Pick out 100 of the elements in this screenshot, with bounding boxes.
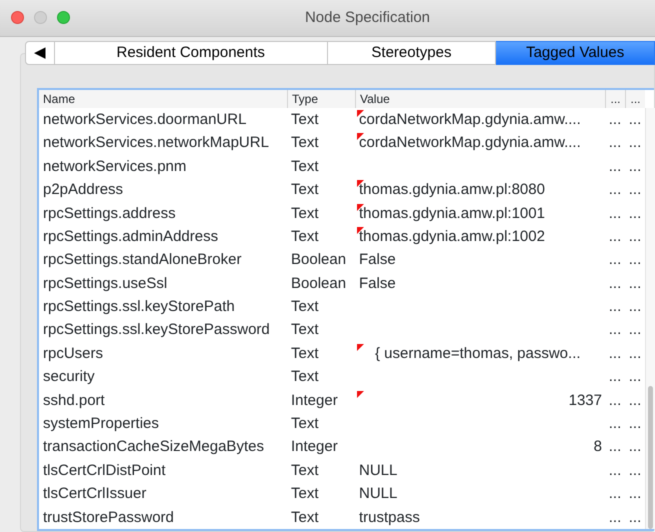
table-cell-text: { username=thomas, passwo... <box>375 344 581 364</box>
table-cell-text: ... <box>608 156 622 177</box>
table-cell-text: ... <box>608 133 622 154</box>
table-cell-text: NULL <box>359 484 398 504</box>
table-cell-text: rpcSettings.standAloneBroker <box>43 250 242 270</box>
table-cell-text: Text <box>291 367 319 388</box>
table-cell-text: ... <box>628 367 642 388</box>
table-cell-text: tlsCertCrlDistPoint <box>43 460 166 481</box>
table-cell-text: rpcSettings.useSsl <box>43 274 168 294</box>
table-cell-text: ... <box>628 508 642 528</box>
table-cell-text: rpcUsers <box>43 344 104 364</box>
column-header[interactable]: ... <box>605 90 625 108</box>
table-cell-text: thomas.gdynia.amw.pl:1002 <box>359 226 545 247</box>
table-cell-text: networkServices.doormanURL <box>43 110 246 130</box>
table-cell-text: ... <box>608 180 622 200</box>
table-cell-text: ... <box>628 390 642 411</box>
table-cell-text: tlsCertCrlIssuer <box>43 484 146 504</box>
tab[interactable]: Resident Components <box>54 40 328 65</box>
table-cell-text: cordaNetworkMap.gdynia.amw.... <box>359 133 581 154</box>
column-header[interactable]: Value <box>355 90 605 108</box>
table-cell-text: ... <box>608 320 622 340</box>
table-cell-text: Text <box>291 204 319 224</box>
table-cell-text: 8 <box>594 437 602 458</box>
table-cell-text: ... <box>608 110 622 130</box>
table-cell-text: Text <box>291 508 319 528</box>
tab[interactable]: Tagged Values <box>496 40 655 65</box>
table-cell-text: Text <box>291 414 319 434</box>
scrollbar[interactable] <box>645 108 655 529</box>
table-cell-text: ... <box>608 344 622 364</box>
column-header[interactable]: Name <box>39 90 287 108</box>
table-cell-text: ... <box>628 133 642 154</box>
table-cell-text: False <box>359 250 396 270</box>
table-cell-text: ... <box>628 344 642 364</box>
table-cell-text: ... <box>628 180 642 200</box>
table-cell-text: Text <box>291 133 319 154</box>
table-cell-text: Text <box>291 156 319 177</box>
table-cell-text: Text <box>291 460 319 481</box>
table-cell-text: ... <box>628 204 642 224</box>
table-cell-text: ... <box>608 414 622 434</box>
table-cell-text: ... <box>608 508 622 528</box>
table-cell-text: Text <box>291 226 319 247</box>
table-cell-text: ... <box>628 320 642 340</box>
table-cell-text: thomas.gdynia.amw.pl:1001 <box>359 204 545 224</box>
table-cell-text: ... <box>608 484 622 504</box>
table-cell-text: p2pAddress <box>43 180 124 200</box>
table-cell-text: ... <box>628 110 642 130</box>
table-cell-text: security <box>43 367 95 388</box>
table-cell-text: 1337 <box>568 390 602 411</box>
table-cell-text: networkServices.pnm <box>43 156 186 177</box>
table-cell-text: ... <box>608 460 622 481</box>
table-cell-text: rpcSettings.address <box>43 204 176 224</box>
table-cell-text: Text <box>291 484 319 504</box>
table-cell-text: ... <box>628 274 642 294</box>
close-button[interactable] <box>11 11 24 24</box>
table-cell-text: Text <box>291 110 319 130</box>
table-cell-text: Integer <box>291 390 338 411</box>
table-cell-text: Boolean <box>291 274 346 294</box>
table-cell-text: ... <box>608 367 622 388</box>
table-cell-text: ... <box>628 484 642 504</box>
table-cell-text: rpcSettings.adminAddress <box>43 226 218 247</box>
table-cell-text: ... <box>628 460 642 481</box>
table-cell-text: Text <box>291 344 319 364</box>
table-cell-text: ... <box>608 204 622 224</box>
table-cell-text: ... <box>608 390 622 411</box>
table-cell-text: ... <box>628 414 642 434</box>
window-title: Node Specification <box>304 8 432 28</box>
table-cell-text: thomas.gdynia.amw.pl:8080 <box>359 180 545 200</box>
table-cell-text: transactionCacheSizeMegaBytes <box>43 437 264 458</box>
table-cell-text: ... <box>608 226 622 247</box>
table-cell-text: Text <box>291 180 319 200</box>
table-cell-text: NULL <box>359 460 398 481</box>
table-cell-text: systemProperties <box>43 414 159 434</box>
column-header[interactable]: Type <box>287 90 355 108</box>
zoom-button[interactable] <box>57 11 70 24</box>
table-cell-text: Integer <box>291 437 338 458</box>
scrollbar-thumb[interactable] <box>648 386 653 529</box>
table-cell-text: Text <box>291 297 319 318</box>
tab[interactable]: Stereotypes <box>328 40 496 65</box>
table-cell-text: trustStorePassword <box>43 508 174 528</box>
table-cell-text: ... <box>628 297 642 318</box>
table-cell-text: Boolean <box>291 250 346 270</box>
table-cell-text: trustpass <box>359 508 420 528</box>
table-cell-text: Text <box>291 320 319 340</box>
table-cell-text: cordaNetworkMap.gdynia.amw.... <box>359 110 581 130</box>
minimize-button[interactable] <box>34 11 47 24</box>
table-cell-text: rpcSettings.ssl.keyStorePath <box>43 297 235 318</box>
table-cell-text: False <box>359 274 396 294</box>
column-header[interactable]: ... <box>625 90 645 108</box>
table-cell-text: ... <box>608 274 622 294</box>
table-cell-text: rpcSettings.ssl.keyStorePassword <box>43 320 270 340</box>
table-cell-text: ... <box>628 156 642 177</box>
table-cell-text: networkServices.networkMapURL <box>43 133 269 154</box>
table-cell-text: ... <box>628 437 642 458</box>
table-cell-text: sshd.port <box>43 390 105 411</box>
table-cell-text: ... <box>608 297 622 318</box>
table-cell-text: ... <box>628 226 642 247</box>
table-cell-text: ... <box>608 437 622 458</box>
scroll-tabs-left-button[interactable]: ◀ <box>25 40 55 65</box>
table-cell-text: ... <box>628 250 642 270</box>
table-cell-text: ... <box>608 250 622 270</box>
